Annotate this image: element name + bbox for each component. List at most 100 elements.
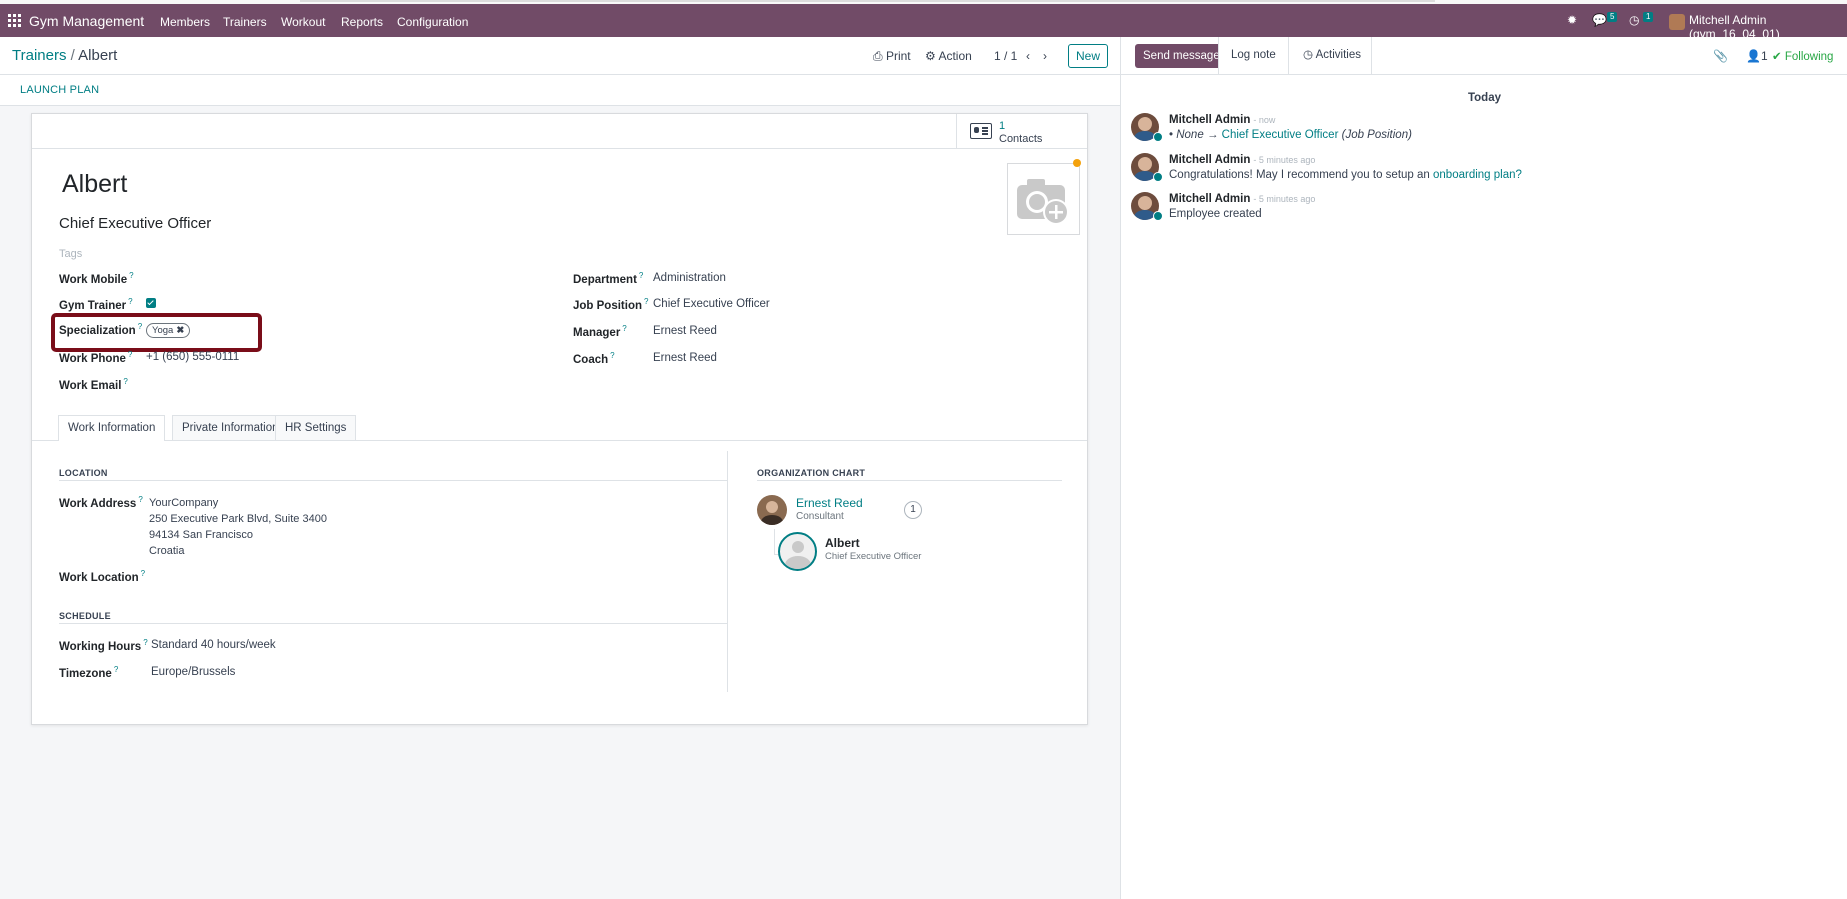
work-address-field[interactable]: YourCompany 250 Executive Park Blvd, Sui…: [149, 495, 327, 559]
timezone-field[interactable]: Europe/Brussels: [151, 666, 235, 678]
browser-strip-line: [300, 0, 1435, 2]
breadcrumb: Trainers / Albert: [12, 47, 117, 64]
menu-workout[interactable]: Workout: [281, 15, 325, 29]
help-icon[interactable]: ?: [114, 665, 118, 674]
button-box: 1 Contacts: [32, 114, 1087, 149]
contacts-smart-button[interactable]: 1 Contacts: [956, 114, 1087, 148]
pager-next-icon[interactable]: ›: [1043, 49, 1047, 63]
followers-button[interactable]: 👤1: [1746, 49, 1768, 63]
print-label: Print: [885, 49, 911, 63]
help-icon[interactable]: ?: [622, 324, 626, 333]
gym-trainer-label: Gym Trainer?: [59, 297, 133, 312]
employee-photo[interactable]: [1007, 163, 1080, 235]
tracked-field: (Job Position): [1341, 129, 1412, 141]
divider: [757, 480, 1062, 481]
following-button[interactable]: ✔ Following: [1772, 49, 1833, 63]
menu-reports[interactable]: Reports: [341, 15, 383, 29]
employee-avatar[interactable]: [778, 532, 817, 571]
paperclip-icon[interactable]: 📎: [1713, 49, 1728, 63]
print-button[interactable]: ⎙ Print: [873, 49, 911, 64]
message-body: Employee created: [1169, 208, 1262, 220]
work-phone-field[interactable]: +1 (650) 555-0111: [146, 351, 239, 363]
department-field[interactable]: Administration: [653, 272, 726, 284]
help-icon[interactable]: ?: [138, 495, 142, 504]
subordinates-count[interactable]: 1: [904, 501, 922, 519]
app-name[interactable]: Gym Management: [29, 13, 144, 29]
menu-members[interactable]: Members: [160, 15, 210, 29]
activities-badge: 1: [1643, 12, 1654, 22]
form-sheet: 1 Contacts Albert Chief Executive Office…: [31, 113, 1088, 725]
help-icon[interactable]: ?: [639, 271, 643, 280]
message-author[interactable]: Mitchell Admin - now: [1169, 114, 1275, 126]
message-body: Congratulations! May I recommend you to …: [1169, 169, 1522, 181]
employee-name[interactable]: Albert: [62, 170, 127, 199]
help-icon[interactable]: ?: [123, 377, 127, 386]
status-dot: [1073, 159, 1081, 167]
help-icon[interactable]: ?: [128, 350, 132, 359]
contacts-count: 1: [999, 120, 1006, 132]
manager-avatar[interactable]: [757, 495, 787, 525]
date-separator: Today: [1467, 92, 1501, 104]
job-position-field[interactable]: Chief Executive Officer: [653, 298, 770, 310]
help-icon[interactable]: ?: [644, 297, 648, 306]
address-street: 250 Executive Park Blvd, Suite 3400: [149, 513, 327, 525]
tab-hr-settings[interactable]: HR Settings: [275, 415, 357, 440]
help-icon[interactable]: ?: [143, 638, 147, 647]
help-icon[interactable]: ?: [141, 569, 145, 578]
org-manager-name[interactable]: Ernest Reed: [796, 496, 863, 510]
action-button[interactable]: ⚙ Action: [925, 49, 972, 63]
launch-plan-button[interactable]: LAUNCH PLAN: [20, 84, 99, 96]
column-divider: [727, 451, 728, 692]
new-button[interactable]: New: [1068, 44, 1108, 68]
org-self-title: Chief Executive Officer: [825, 551, 922, 562]
messages-icon[interactable]: 💬: [1592, 13, 1607, 27]
online-status-icon: [1153, 172, 1163, 182]
send-message-button[interactable]: Send message: [1135, 44, 1228, 68]
address-city: 94134 San Francisco: [149, 529, 253, 541]
top-navbar: Gym Management Members Trainers Workout …: [0, 0, 1847, 41]
arrow-icon: →: [1206, 129, 1219, 141]
address-company[interactable]: YourCompany: [149, 495, 327, 511]
onboarding-plan-link[interactable]: onboarding plan?: [1433, 169, 1522, 181]
chatter-panel: Send message Log note ◷ Activities 📎 👤1 …: [1120, 37, 1847, 899]
working-hours-field[interactable]: Standard 40 hours/week: [151, 639, 276, 651]
camera-plus-icon: [1017, 179, 1069, 225]
clock-icon: ◷: [1303, 49, 1314, 61]
breadcrumb-current: Albert: [78, 47, 118, 64]
menu-configuration[interactable]: Configuration: [397, 15, 468, 29]
notebook-tabs: Work Information Private Information HR …: [32, 411, 1087, 441]
activities-button[interactable]: ◷ Activities: [1293, 37, 1372, 74]
user-avatar[interactable]: [1669, 14, 1685, 30]
message-author[interactable]: Mitchell Admin - 5 minutes ago: [1169, 193, 1315, 205]
job-title-field[interactable]: Chief Executive Officer: [59, 215, 211, 232]
bug-icon[interactable]: ✹: [1567, 13, 1577, 27]
work-email-label: Work Email?: [59, 377, 128, 392]
help-icon[interactable]: ?: [128, 297, 132, 306]
message-time: - 5 minutes ago: [1253, 194, 1316, 204]
pager-value[interactable]: 1 / 1: [994, 49, 1017, 63]
apps-grid-icon[interactable]: [8, 14, 21, 27]
breadcrumb-trainers[interactable]: Trainers: [12, 47, 66, 64]
gym-trainer-checkbox[interactable]: [146, 298, 156, 308]
timezone-label: Timezone?: [59, 665, 119, 680]
coach-field[interactable]: Ernest Reed: [653, 352, 717, 364]
department-label: Department?: [573, 271, 644, 286]
breadcrumb-separator: /: [70, 47, 75, 64]
message-author[interactable]: Mitchell Admin - 5 minutes ago: [1169, 154, 1315, 166]
help-icon[interactable]: ?: [610, 351, 614, 360]
manager-label: Manager?: [573, 324, 627, 339]
manager-field[interactable]: Ernest Reed: [653, 325, 717, 337]
location-header: LOCATION: [59, 468, 108, 478]
tracking-value: • None → Chief Executive Officer (Job Po…: [1169, 129, 1412, 141]
tags-field[interactable]: Tags: [59, 248, 82, 260]
menu-trainers[interactable]: Trainers: [223, 15, 267, 29]
divider: [59, 623, 727, 624]
pager-prev-icon[interactable]: ‹: [1026, 49, 1030, 63]
log-note-button[interactable]: Log note: [1218, 37, 1289, 74]
gear-icon: ⚙: [925, 49, 936, 63]
tab-private-information[interactable]: Private Information: [172, 415, 289, 440]
address-country: Croatia: [149, 545, 185, 557]
help-icon[interactable]: ?: [129, 271, 133, 280]
tab-work-information[interactable]: Work Information: [58, 415, 166, 441]
clock-icon[interactable]: ◷: [1629, 13, 1639, 27]
